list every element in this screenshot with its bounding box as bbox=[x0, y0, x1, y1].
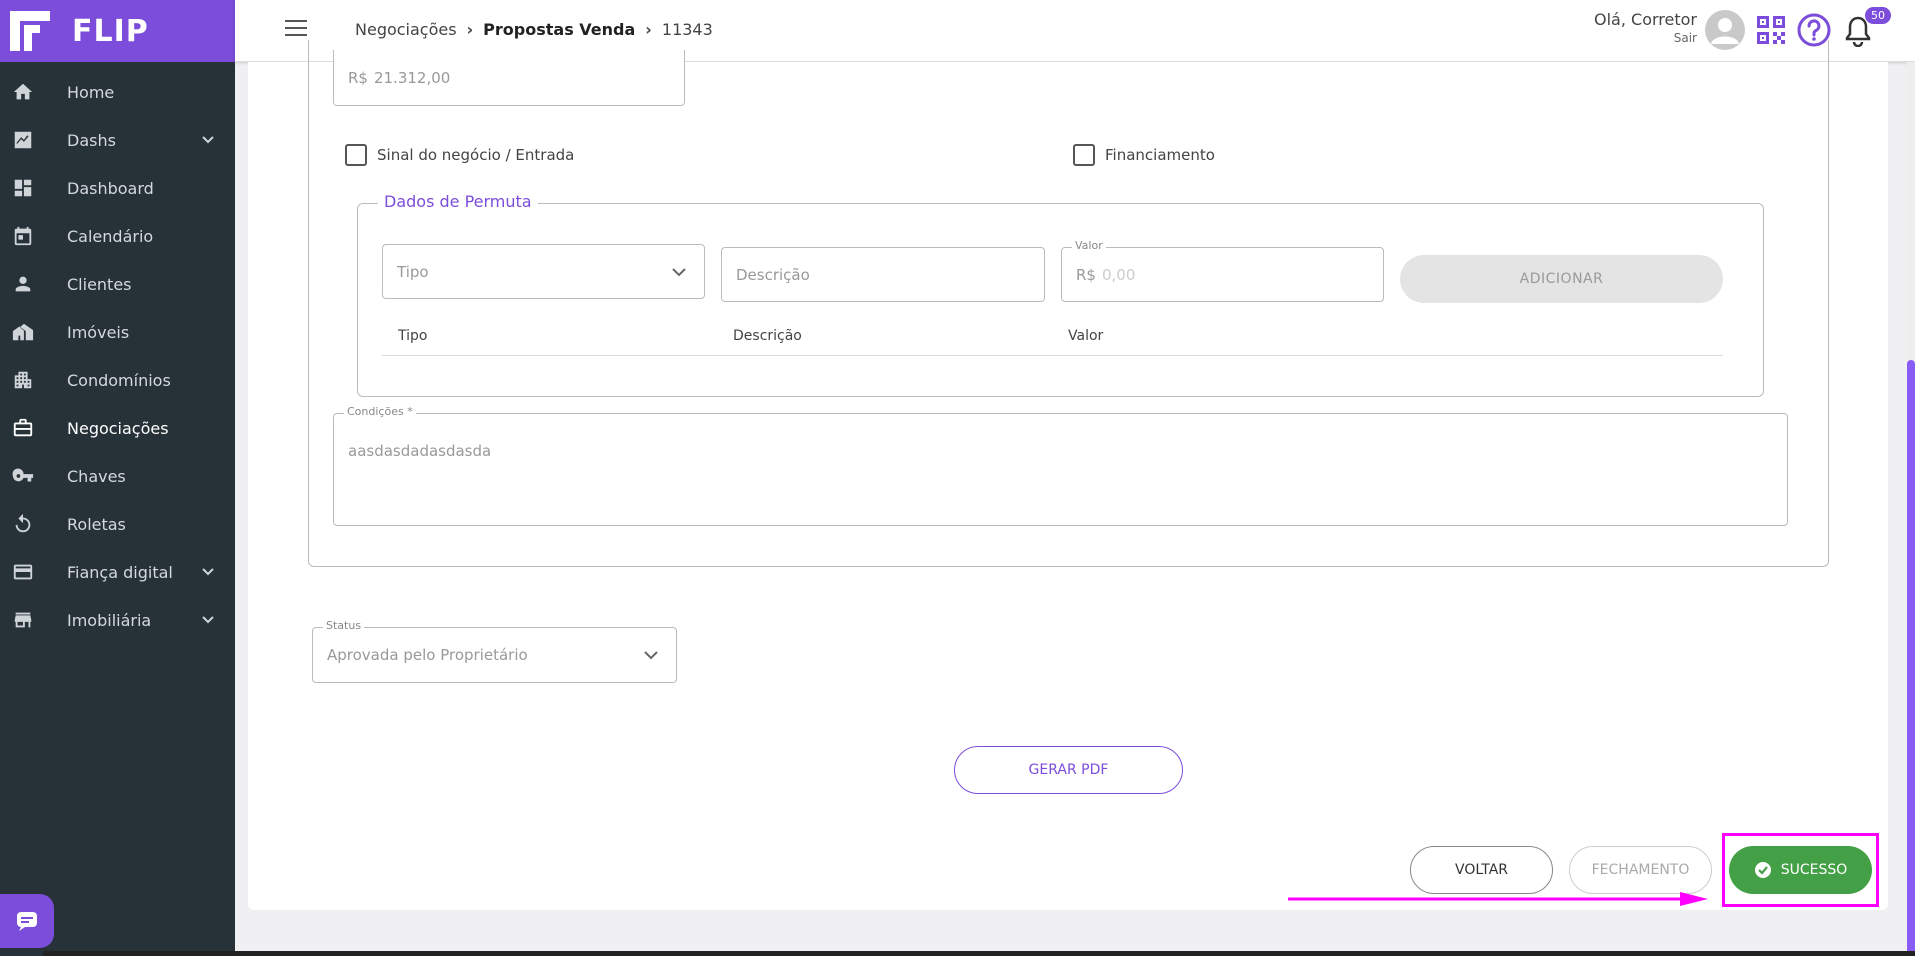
condicoes-textarea[interactable]: Condições * aasdasdadasdasda bbox=[333, 405, 1788, 526]
dashboard-icon bbox=[12, 177, 34, 199]
fechamento-button[interactable]: FECHAMENTO bbox=[1569, 846, 1712, 894]
sidebar-item-label: Condomínios bbox=[67, 370, 171, 390]
financiamento-checkbox-label: Financiamento bbox=[1105, 146, 1215, 164]
currency-prefix: R$ bbox=[1076, 265, 1096, 284]
sidebar-item-label: Negociações bbox=[67, 418, 169, 438]
sidebar-item-imoveis[interactable]: Imóveis bbox=[0, 308, 235, 356]
sidebar-item-label: Roletas bbox=[67, 514, 126, 534]
sidebar-item-label: Dashs bbox=[67, 130, 116, 150]
table-divider bbox=[382, 355, 1723, 356]
arrow-annotation-icon bbox=[1288, 892, 1708, 906]
column-header-valor: Valor bbox=[1068, 328, 1104, 344]
condicoes-label: Condições * bbox=[344, 405, 416, 418]
sidebar-item-label: Calendário bbox=[67, 226, 154, 246]
chevron-down-icon bbox=[670, 263, 688, 281]
sidebar-item-dashboard[interactable]: Dashboard bbox=[0, 164, 235, 212]
valor-label: Valor bbox=[1072, 239, 1106, 252]
permuta-legend: Dados de Permuta bbox=[378, 192, 538, 211]
apartment-icon bbox=[12, 369, 34, 391]
chevron-down-icon bbox=[642, 646, 660, 664]
sidebar-item-label: Imobiliária bbox=[67, 610, 152, 630]
menu-icon[interactable] bbox=[285, 20, 307, 38]
person-icon bbox=[12, 273, 34, 295]
status-label: Status bbox=[323, 619, 365, 632]
valor-placeholder: 0,00 bbox=[1101, 265, 1136, 284]
sidebar-item-calendario[interactable]: Calendário bbox=[0, 212, 235, 260]
chevron-down-icon[interactable] bbox=[201, 132, 215, 146]
sidebar: FLIP Home Dashs Dashboard Calendário Cli… bbox=[0, 0, 235, 956]
back-button[interactable]: VOLTAR bbox=[1410, 846, 1553, 894]
building-icon bbox=[12, 321, 34, 343]
scrollbar[interactable] bbox=[1907, 62, 1915, 956]
chat-button[interactable] bbox=[0, 894, 54, 948]
key-icon bbox=[12, 465, 34, 487]
refresh-icon bbox=[12, 513, 34, 535]
sidebar-item-dashs[interactable]: Dashs bbox=[0, 116, 235, 164]
store-icon bbox=[12, 609, 34, 631]
flip-logo-icon bbox=[8, 9, 52, 53]
breadcrumb-propostas-venda[interactable]: Propostas Venda bbox=[483, 20, 635, 39]
breadcrumb: Negociações › Propostas Venda › 11343 bbox=[355, 20, 713, 39]
add-permuta-button[interactable]: ADICIONAR bbox=[1400, 255, 1723, 303]
condicoes-value: aasdasdadasdasda bbox=[348, 442, 492, 460]
taskbar-strip bbox=[43, 951, 1915, 956]
breadcrumb-negociacoes[interactable]: Negociações bbox=[355, 20, 457, 39]
sidebar-item-negociacoes[interactable]: Negociações bbox=[0, 404, 235, 452]
notification-badge: 50 bbox=[1865, 7, 1891, 24]
value-text: R$ 21.312,00 bbox=[348, 69, 450, 87]
sidebar-item-label: Clientes bbox=[67, 274, 132, 294]
calendar-icon bbox=[12, 225, 34, 247]
sidebar-item-roletas[interactable]: Roletas bbox=[0, 500, 235, 548]
chevron-down-icon[interactable] bbox=[201, 612, 215, 626]
descricao-input[interactable]: Descrição bbox=[721, 247, 1045, 302]
value-amount: 21.312,00 bbox=[373, 68, 451, 87]
status-select[interactable]: Status Aprovada pelo Proprietário bbox=[312, 619, 677, 683]
financiamento-checkbox-row[interactable]: Financiamento bbox=[1073, 144, 1215, 166]
chevron-down-icon[interactable] bbox=[201, 564, 215, 578]
value-field[interactable]: R$ 21.312,00 bbox=[333, 50, 685, 106]
sidebar-item-home[interactable]: Home bbox=[0, 68, 235, 116]
column-header-tipo: Tipo bbox=[398, 328, 428, 344]
sinal-checkbox[interactable] bbox=[345, 144, 367, 166]
breadcrumb-separator: › bbox=[645, 20, 652, 39]
sidebar-item-condominios[interactable]: Condomínios bbox=[0, 356, 235, 404]
tipo-placeholder: Tipo bbox=[397, 262, 429, 281]
descricao-placeholder: Descrição bbox=[736, 265, 810, 284]
chat-icon bbox=[17, 912, 37, 931]
home-icon bbox=[12, 81, 34, 103]
sidebar-item-label: Fiança digital bbox=[67, 562, 173, 582]
valor-input[interactable]: Valor R$ 0,00 bbox=[1061, 239, 1384, 302]
sidebar-item-imobiliaria[interactable]: Imobiliária bbox=[0, 596, 235, 644]
highlight-box bbox=[1722, 833, 1879, 907]
breadcrumb-proposal-id: 11343 bbox=[661, 20, 713, 39]
scrollbar-thumb[interactable] bbox=[1907, 360, 1915, 956]
brand-name: FLIP bbox=[72, 13, 149, 49]
status-value: Aprovada pelo Proprietário bbox=[327, 646, 528, 664]
sidebar-item-clientes[interactable]: Clientes bbox=[0, 260, 235, 308]
tipo-select[interactable]: Tipo bbox=[382, 244, 705, 299]
sidebar-item-chaves[interactable]: Chaves bbox=[0, 452, 235, 500]
financiamento-checkbox[interactable] bbox=[1073, 144, 1095, 166]
card-icon bbox=[12, 561, 34, 583]
column-header-descricao: Descrição bbox=[733, 328, 802, 344]
sidebar-item-fianca-digital[interactable]: Fiança digital bbox=[0, 548, 235, 596]
sidebar-item-label: Chaves bbox=[67, 466, 126, 486]
logo-bar[interactable]: FLIP bbox=[0, 0, 235, 62]
generate-pdf-button[interactable]: GERAR PDF bbox=[954, 746, 1183, 794]
greeting-text: Olá, Corretor bbox=[1594, 10, 1697, 29]
chart-icon bbox=[12, 129, 34, 151]
briefcase-icon bbox=[12, 417, 34, 439]
valor-value: R$ 0,00 bbox=[1076, 266, 1135, 284]
sidebar-nav: Home Dashs Dashboard Calendário Clientes… bbox=[0, 68, 235, 644]
sidebar-item-label: Dashboard bbox=[67, 178, 154, 198]
sidebar-item-label: Imóveis bbox=[67, 322, 130, 342]
currency-prefix: R$ bbox=[348, 68, 368, 87]
sidebar-item-label: Home bbox=[67, 82, 115, 102]
breadcrumb-separator: › bbox=[466, 20, 474, 39]
sinal-checkbox-row[interactable]: Sinal do negócio / Entrada bbox=[345, 144, 574, 166]
sinal-checkbox-label: Sinal do negócio / Entrada bbox=[377, 146, 575, 164]
